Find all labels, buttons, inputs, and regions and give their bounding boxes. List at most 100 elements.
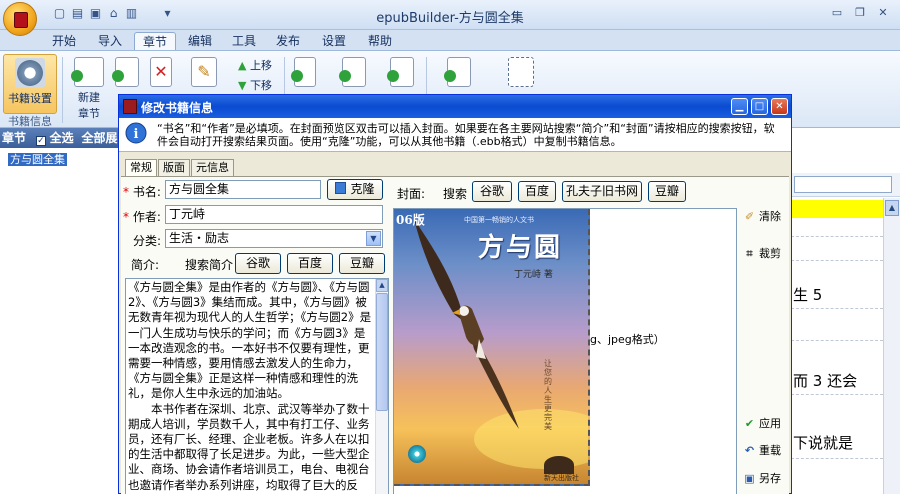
cover-douban-button[interactable]: 豆瓣 [648,181,686,202]
scroll-up-icon[interactable]: ▲ [885,200,899,216]
info-icon: i [125,122,147,144]
clear-cover-button[interactable]: ✐ 清除 [743,208,781,224]
svg-text:i: i [134,127,139,142]
scroll-up-icon[interactable]: ▲ [376,279,388,292]
book-icon [14,12,28,28]
summary-text: 《方与圆全集》是由作者的《方与圆》、《方与圆2》、《方与圆3》集结而成。其中，《… [128,280,372,494]
clone-button[interactable]: 克隆 [327,179,383,200]
book-name-label: 书名: [132,185,161,199]
pencil-icon: ✎ [191,57,217,87]
scroll-thumb[interactable] [376,293,388,411]
arrow-down-icon: ▼ [238,79,247,92]
tab-settings[interactable]: 设置 [316,32,352,50]
delete-icon: ✕ [150,57,172,87]
cover-series: 中国第一畅销的人文书 [464,216,534,224]
selection-icon [508,57,534,87]
cover-author: 丁元峙 著 [514,270,553,280]
cd-icon [408,445,426,463]
chapter-content-panel: 生 5 而 3 还会 下说就是 ▲ [790,128,900,494]
save-as-button[interactable]: ▣ 另存 [743,470,781,486]
cover-publisher: 新天出版社 [544,474,579,482]
info-text: “书名”和“作者”是必填项。在封面预览区双击可以插入封面。如果要在各主要网站搜索… [157,122,775,148]
tab-chapter[interactable]: 章节 [134,32,176,50]
clone-icon [335,182,347,194]
minimize-icon[interactable]: ▭ [830,6,844,20]
broom-icon: ✐ [744,210,755,223]
chapter-tree-panel: 章节 ✓ 全选 全部展 方与圆全集 [0,128,122,494]
highlighted-line [791,200,883,218]
summary-textarea[interactable]: 《方与圆全集》是由作者的《方与圆》、《方与圆2》、《方与圆3》集结而成。其中，《… [125,278,389,494]
cover-kongfuzi-button[interactable]: 孔夫子旧书网 [562,181,642,202]
chapter-tree-header: 章节 ✓ 全选 全部展 [0,128,121,148]
checkmark-icon: ✔ [744,417,755,430]
tab-import[interactable]: 导入 [92,32,128,50]
cover-title: 方与圆 [478,233,563,263]
cover-baidu-button[interactable]: 百度 [518,181,556,202]
cover-google-button[interactable]: 谷歌 [472,181,512,202]
tab-publish[interactable]: 发布 [270,32,306,50]
edit-book-info-dialog: 修改书籍信息 ▁ □ ✕ i “书名”和“作者”是必填项。在封面预览区双击可以插… [118,94,792,494]
app-menu-button[interactable] [3,2,37,36]
move-down-button[interactable]: ▼ 下移 [238,77,272,93]
merge-icon [291,57,316,87]
new-chapter-button[interactable]: 新建 章节 [64,54,114,120]
content-search-field[interactable] [794,176,892,193]
general-tab-page: * 书名: 方与圆全集 克隆 * 作者: 丁元峙 分类: 生活・励志 ▼ 简介:… [121,176,789,494]
apply-button[interactable]: ✔ 应用 [743,415,781,431]
insert-icon [112,57,139,87]
summary-baidu-button[interactable]: 百度 [287,253,333,274]
cover-preview-area[interactable]: g、jpeg格式） 06版 中国第一畅销的人文书 方与圆 丁元峙 著 让您的人生… [393,208,737,494]
summary-google-button[interactable]: 谷歌 [235,253,281,274]
search-summary-label: 搜索简介 [185,258,234,272]
book-settings-button[interactable]: 书籍设置 [3,54,57,114]
minimize-icon[interactable]: ▁ [731,98,748,115]
author-input[interactable]: 丁元峙 [165,205,383,224]
author-label: 作者: [132,210,161,224]
required-marker: * [123,210,129,224]
restore-icon[interactable]: ❐ [853,6,867,20]
ribbon-group-book-info: 书籍信息 [8,115,52,128]
book-name-input[interactable]: 方与圆全集 [165,180,321,199]
tab-start[interactable]: 开始 [48,32,80,50]
tab-help[interactable]: 帮助 [362,32,398,50]
crop-icon: ⌗ [746,247,753,260]
move-up-button[interactable]: ▲ 上移 [238,57,272,73]
cover-label: 封面: [397,187,426,201]
content-scrollbar[interactable]: ▲ [883,198,900,494]
cover-image: 06版 中国第一畅销的人文书 方与圆 丁元峙 著 让您的人生更完美 新天出版社 [394,209,590,486]
gear-icon [15,58,45,88]
close-icon[interactable]: ✕ [876,6,890,20]
crop-cover-button[interactable]: ⌗ 裁剪 [743,245,781,261]
level-icon [387,57,414,87]
undo-icon: ↶ [744,444,755,457]
select-all-checkbox[interactable]: ✓ [35,136,46,146]
maximize-icon[interactable]: □ [751,98,768,115]
app-title: epubBuilder-方与圆全集 [376,11,524,26]
tab-layout[interactable]: 版面 [158,159,190,176]
category-select[interactable]: 生活・励志 ▼ [165,229,383,248]
toc-icon [444,57,471,87]
tree-root-item[interactable]: 方与圆全集 [8,151,121,167]
tab-edit[interactable]: 编辑 [182,32,218,50]
book-icon [123,99,137,114]
content-text-line: 生 5 [793,286,823,304]
tab-metadata[interactable]: 元信息 [191,159,234,176]
close-icon[interactable]: ✕ [771,98,788,115]
tab-general[interactable]: 常规 [125,159,157,177]
split-icon [339,57,366,87]
dialog-tabs: 常规 版面 元信息 [125,159,235,177]
app-titlebar: ▢ ▤ ▣ ⌂ ▥ ▾ epubBuilder-方与圆全集 ▭ ❐ ✕ [0,0,900,30]
content-text-line: 下说就是 [793,434,854,452]
cover-vertical-text: 让您的人生更完美 [544,359,552,431]
ribbon-tabbar: 开始 导入 章节 编辑 工具 发布 设置 帮助 [0,30,900,50]
new-chapter-icon [71,57,104,87]
summary-scrollbar[interactable]: ▲ [375,279,388,494]
reload-button[interactable]: ↶ 重载 [743,442,781,458]
cover-search-label: 搜索 [443,187,468,201]
dialog-titlebar[interactable]: 修改书籍信息 ▁ □ ✕ [119,95,791,118]
category-label: 分类: [133,234,162,248]
tab-tools[interactable]: 工具 [226,32,262,50]
save-icon: ▣ [744,472,755,485]
summary-douban-button[interactable]: 豆瓣 [339,253,385,274]
chevron-down-icon[interactable]: ▼ [366,231,381,246]
